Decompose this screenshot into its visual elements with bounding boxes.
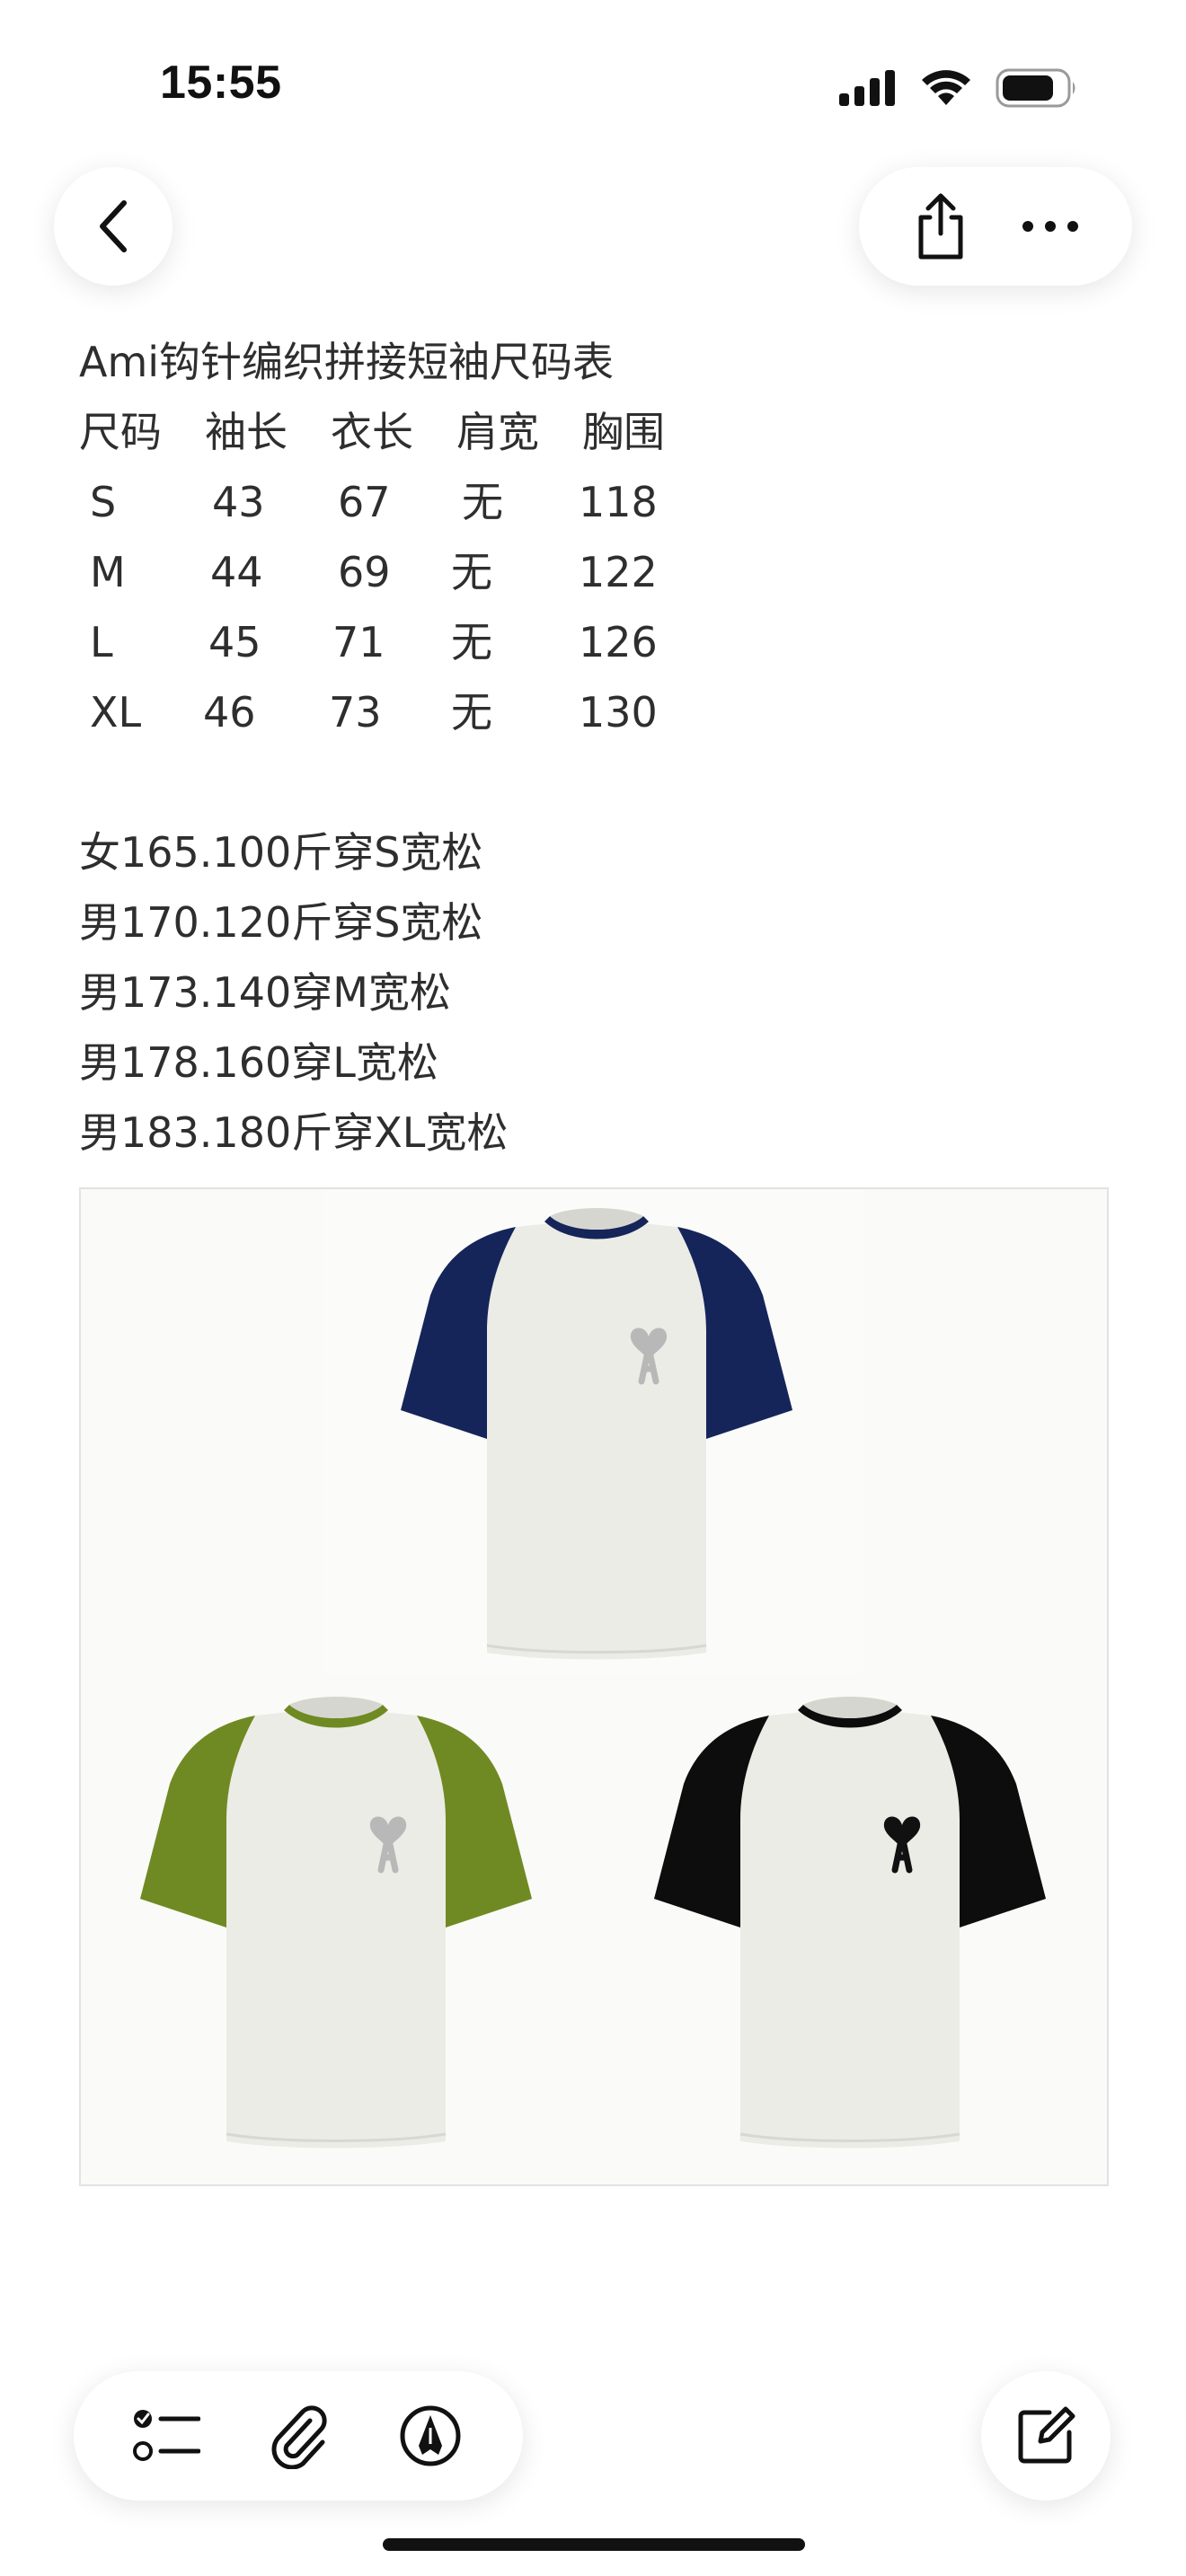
header-size: 尺码 (79, 408, 162, 456)
more-icon (1022, 221, 1078, 232)
note-toolbar (74, 2371, 523, 2501)
cell-shoulder: 无 (451, 548, 492, 596)
cell-sleeve: 43 (212, 478, 265, 526)
share-icon (918, 193, 963, 260)
home-indicator[interactable] (383, 2538, 805, 2551)
battery-icon (996, 68, 1075, 108)
compose-icon (1018, 2406, 1075, 2464)
cell-length: 71 (332, 618, 385, 666)
cell-size: M (90, 548, 126, 596)
markup-pen-icon (400, 2405, 461, 2466)
size-table-row: S 43 67 无 118 (79, 467, 708, 537)
status-icons (839, 63, 1078, 113)
note-body[interactable]: Ami钩针编织拼接短袖尺码表 尺码 袖长 衣长 肩宽 胸围 S 43 67 无 … (79, 327, 708, 1168)
cell-chest: 130 (579, 688, 658, 737)
note-actions (859, 167, 1132, 286)
tshirt-body (740, 1712, 960, 2148)
tshirt-body (487, 1223, 706, 1660)
status-time: 15:55 (160, 57, 282, 109)
share-button[interactable] (896, 181, 986, 271)
cell-shoulder: 无 (451, 618, 492, 666)
cell-chest: 122 (579, 548, 658, 596)
checklist-icon (133, 2410, 201, 2461)
tshirt-body (226, 1712, 446, 2148)
cellular-signal-icon (839, 70, 895, 106)
note-title: Ami钩针编织拼接短袖尺码表 (79, 338, 615, 386)
markup-button[interactable] (381, 2386, 480, 2485)
cell-chest: 126 (579, 618, 658, 666)
cell-shoulder: 无 (451, 688, 492, 737)
cell-sleeve: 45 (208, 618, 261, 666)
compose-button[interactable] (981, 2371, 1111, 2501)
more-button[interactable] (1005, 181, 1095, 271)
cell-size: XL (90, 688, 142, 737)
cell-length: 73 (329, 688, 382, 737)
cell-size: S (90, 478, 117, 526)
header-chest: 胸围 (582, 408, 665, 456)
size-table-row: L 45 71 无 126 (79, 607, 708, 677)
size-table-row: M 44 69 无 122 (79, 537, 708, 607)
fit-recommendation: 男170.120斤穿S宽松 (79, 898, 483, 947)
checklist-button[interactable] (117, 2386, 216, 2485)
cell-length: 69 (338, 548, 391, 596)
size-table-header: 尺码 袖长 衣长 肩宽 胸围 (79, 397, 708, 467)
wifi-icon (922, 70, 970, 105)
paperclip-icon (271, 2405, 327, 2469)
header-sleeve: 袖长 (205, 408, 288, 456)
product-photo[interactable] (79, 1187, 1109, 2186)
header-length: 衣长 (331, 408, 413, 456)
tshirts-illustration (81, 1189, 1107, 2184)
back-button[interactable] (54, 167, 173, 286)
cell-shoulder: 无 (462, 478, 503, 526)
header-shoulder: 肩宽 (456, 408, 539, 456)
cell-size: L (90, 618, 113, 666)
fit-recommendation: 男173.140穿M宽松 (79, 968, 451, 1017)
cell-length: 67 (338, 478, 391, 526)
fit-recommendation: 女165.100斤穿S宽松 (79, 828, 483, 877)
cell-sleeve: 44 (210, 548, 263, 596)
size-table-row: XL 46 73 无 130 (79, 677, 708, 747)
fit-recommendation: 男178.160穿L宽松 (79, 1038, 438, 1087)
attachment-button[interactable] (249, 2386, 348, 2485)
chevron-left-icon (100, 200, 127, 252)
cell-sleeve: 46 (203, 688, 256, 737)
fit-recommendation: 男183.180斤穿XL宽松 (79, 1108, 509, 1157)
cell-chest: 118 (579, 478, 658, 526)
